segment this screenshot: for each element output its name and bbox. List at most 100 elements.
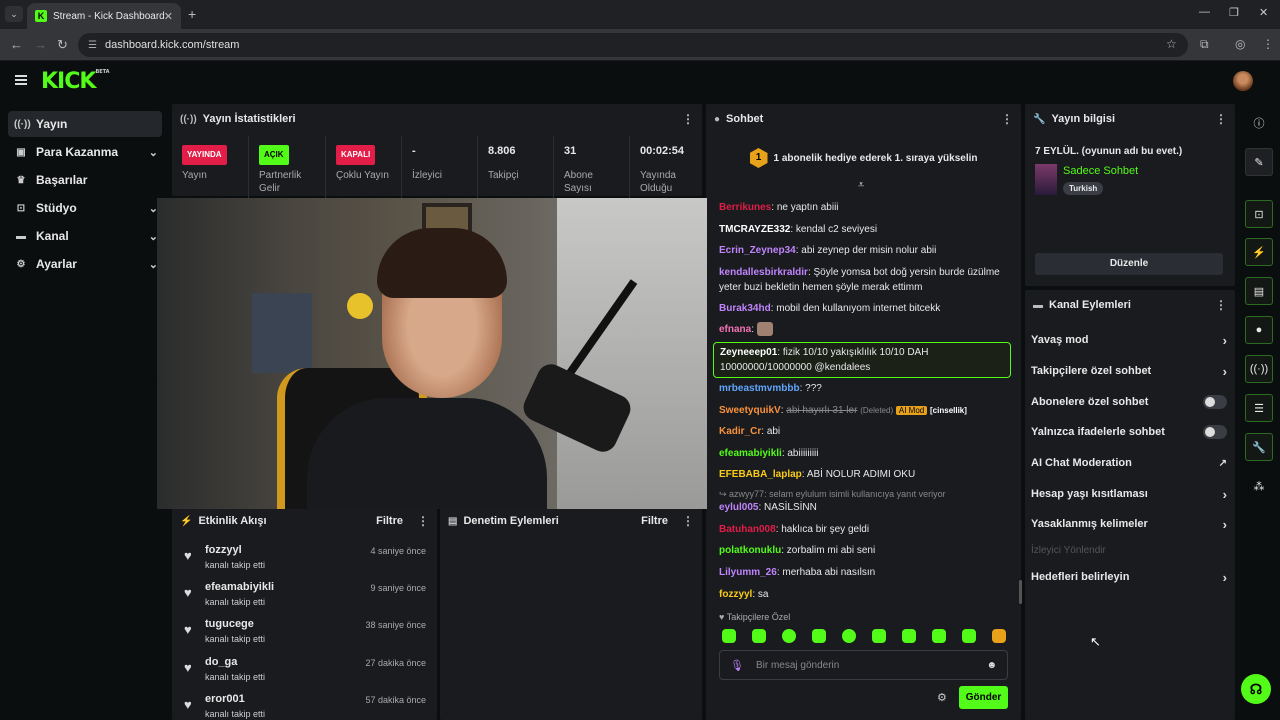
emote-icon[interactable] (842, 629, 856, 643)
support-headset-icon[interactable]: ☊ (1241, 674, 1271, 704)
mouse-cursor-icon: ↖ (1090, 634, 1101, 649)
chat-bubble-icon[interactable]: ● (1245, 316, 1273, 344)
category-thumbnail (1035, 164, 1057, 195)
chevron-down-icon: ⌄ (148, 146, 158, 159)
action-banned-words[interactable]: Yasaklanmış kelimeler › (1031, 512, 1227, 536)
send-button[interactable]: Gönder (959, 686, 1008, 709)
broadcast-icon[interactable]: ((·)) (1245, 355, 1273, 383)
more-options-icon[interactable]: ⋮ (1001, 112, 1013, 126)
apps-icon[interactable]: ⁂ (1245, 472, 1273, 500)
extensions-icon[interactable]: ⧉ (1200, 37, 1209, 52)
browser-menu-icon[interactable]: ⋮ (1262, 37, 1274, 51)
action-raid-disabled: İzleyici Yönlendir (1031, 544, 1106, 556)
action-set-goals[interactable]: Hedefleri belirleyin › (1031, 565, 1227, 589)
forward-icon[interactable]: → (34, 37, 47, 52)
chat-input[interactable]: 🎙 Bir mesaj gönderin ☻ (719, 650, 1008, 680)
chat-message: eylul005: NASİLSİNN (719, 502, 817, 513)
subscribers-only-toggle[interactable] (1203, 395, 1227, 409)
studio-icon: ⊡ (16, 202, 26, 214)
layout-icon[interactable]: ☰ (1245, 394, 1273, 422)
lightning-icon[interactable]: ⚡ (1245, 238, 1273, 266)
heart-icon: ♥ (184, 585, 192, 600)
stat-yayin: YAYINDA Yayın (172, 136, 249, 198)
minimize-icon[interactable]: — (1199, 6, 1210, 18)
action-ai-moderation[interactable]: AI Chat Moderation ↗ (1031, 451, 1227, 475)
emote-icon[interactable] (962, 629, 976, 643)
kick-favicon-icon: K (35, 10, 47, 22)
chat-message: efeamabiyikli: abiiiiiiiii (719, 448, 819, 459)
bookmark-star-icon[interactable]: ☆ (1166, 37, 1177, 51)
close-window-icon[interactable]: ✕ (1259, 6, 1268, 19)
more-options-icon[interactable]: ⋮ (682, 514, 694, 528)
user-avatar[interactable] (1233, 71, 1253, 91)
more-options-icon[interactable]: ⋮ (1215, 112, 1227, 126)
browser-chrome: ⌄ K Stream - Kick Dashboard ✕ + — ❐ ✕ ← … (0, 0, 1280, 61)
emote-icon[interactable] (992, 629, 1006, 643)
sidebar-item-yayin[interactable]: ((·)) Yayın (8, 111, 162, 137)
maximize-icon[interactable]: ❐ (1229, 6, 1239, 19)
emoji-picker-icon[interactable]: ☻ (986, 660, 997, 671)
stat-takipci: 8.806 Takipçi (478, 136, 554, 198)
activity-header: ⚡ Etkinlik Akışı Filtre ⋮ (180, 514, 429, 528)
tab-strip: ⌄ K Stream - Kick Dashboard ✕ + — ❐ ✕ (0, 0, 1280, 29)
status-badge: AÇIK (259, 145, 289, 165)
chevron-right-icon: › (1222, 569, 1227, 585)
chat-message: Burak34hd: mobil den kullanıyom internet… (719, 303, 941, 314)
document-icon[interactable]: ▤ (1245, 277, 1273, 305)
site-info-icon[interactable]: ☰ (88, 40, 97, 51)
kick-topbar: KICKBETA (0, 61, 1280, 103)
stat-partnerlik: AÇIK Partnerlik Gelir (249, 136, 326, 198)
back-icon[interactable]: ← (10, 37, 23, 52)
hamburger-menu-icon[interactable] (15, 75, 27, 85)
close-tab-icon[interactable]: ✕ (164, 10, 173, 23)
edit-pencil-icon[interactable]: ✎ (1245, 148, 1273, 176)
wrench-icon[interactable]: 🔧 (1245, 433, 1273, 461)
wrench-icon: 🔧 (1033, 113, 1046, 125)
edit-button[interactable]: Düzenle (1035, 253, 1223, 275)
emote-icon[interactable] (872, 629, 886, 643)
category-link[interactable]: Sadece Sohbet (1063, 165, 1138, 177)
pinned-gift-banner[interactable]: 1 1 abonelik hediye ederek 1. sıraya yük… (706, 136, 1021, 180)
filter-button[interactable]: Filtre (376, 515, 403, 527)
info-icon[interactable]: ⓘ (1245, 109, 1273, 137)
action-slow-mode[interactable]: Yavaş mod › (1031, 328, 1227, 352)
stat-yayinda-oldugu: 00:02:54 Yayında Olduğu (640, 145, 685, 194)
action-account-age[interactable]: Hesap yaşı kısıtlaması › (1031, 482, 1227, 506)
kick-logo[interactable]: KICKBETA (41, 69, 110, 94)
filter-button[interactable]: Filtre (641, 515, 668, 527)
emote-icon[interactable] (722, 629, 736, 643)
sidebar-item-kanal[interactable]: ▬ Kanal ⌄ (8, 223, 162, 249)
action-followers-only[interactable]: Takipçilere özel sohbet › (1031, 359, 1227, 383)
more-options-icon[interactable]: ⋮ (417, 514, 429, 528)
reload-icon[interactable]: ↻ (57, 37, 68, 53)
chat-message: mrbeastmvmbbb: ??? (719, 383, 822, 394)
more-options-icon[interactable]: ⋮ (682, 112, 694, 126)
sidebar-item-para-kazanma[interactable]: ▣ Para Kazanma ⌄ (8, 139, 162, 165)
more-options-icon[interactable]: ⋮ (1215, 298, 1227, 312)
emotes-only-toggle[interactable] (1203, 425, 1227, 439)
url-bar[interactable]: ☰ dashboard.kick.com/stream (78, 33, 1188, 57)
stream-preview-video[interactable] (157, 198, 707, 509)
list-item: ♥ do_ga kanalı takip etti 27 dakika önce (184, 656, 426, 682)
browser-tab[interactable]: K Stream - Kick Dashboard ✕ (27, 3, 181, 29)
chat-settings-icon[interactable]: ⚙ (937, 691, 947, 704)
list-item: ♥ tugucege kanalı takip etti 38 saniye ö… (184, 618, 426, 644)
tab-search-icon[interactable]: ⌄ (5, 6, 23, 22)
profile-icon[interactable]: ◎ (1235, 37, 1245, 51)
emote-icon[interactable] (932, 629, 946, 643)
chat-message-deleted: SweetyquikV: abi hayırlı 31 ler (Deleted… (719, 405, 967, 416)
new-tab-icon[interactable]: + (188, 6, 196, 22)
scroll-down-icon[interactable]: ⩡ (858, 179, 864, 192)
chat-scrollbar[interactable] (1019, 580, 1022, 604)
emote-icon[interactable] (902, 629, 916, 643)
reply-context[interactable]: ↪ azwyy77: selam eylulum isimli kullanıc… (719, 489, 946, 500)
microphone-icon[interactable]: 🎙 (730, 659, 744, 672)
capture-icon[interactable]: ⊡ (1245, 200, 1273, 228)
emote-icon[interactable] (812, 629, 826, 643)
emote-icon[interactable] (752, 629, 766, 643)
money-icon: ▣ (16, 146, 26, 158)
sidebar-item-studyo[interactable]: ⊡ Stüdyo ⌄ (8, 195, 162, 221)
sidebar-item-ayarlar[interactable]: ⚙ Ayarlar ⌄ (8, 251, 162, 277)
sidebar-item-basarilar[interactable]: ♛ Başarılar (8, 167, 162, 193)
emote-icon[interactable] (782, 629, 796, 643)
